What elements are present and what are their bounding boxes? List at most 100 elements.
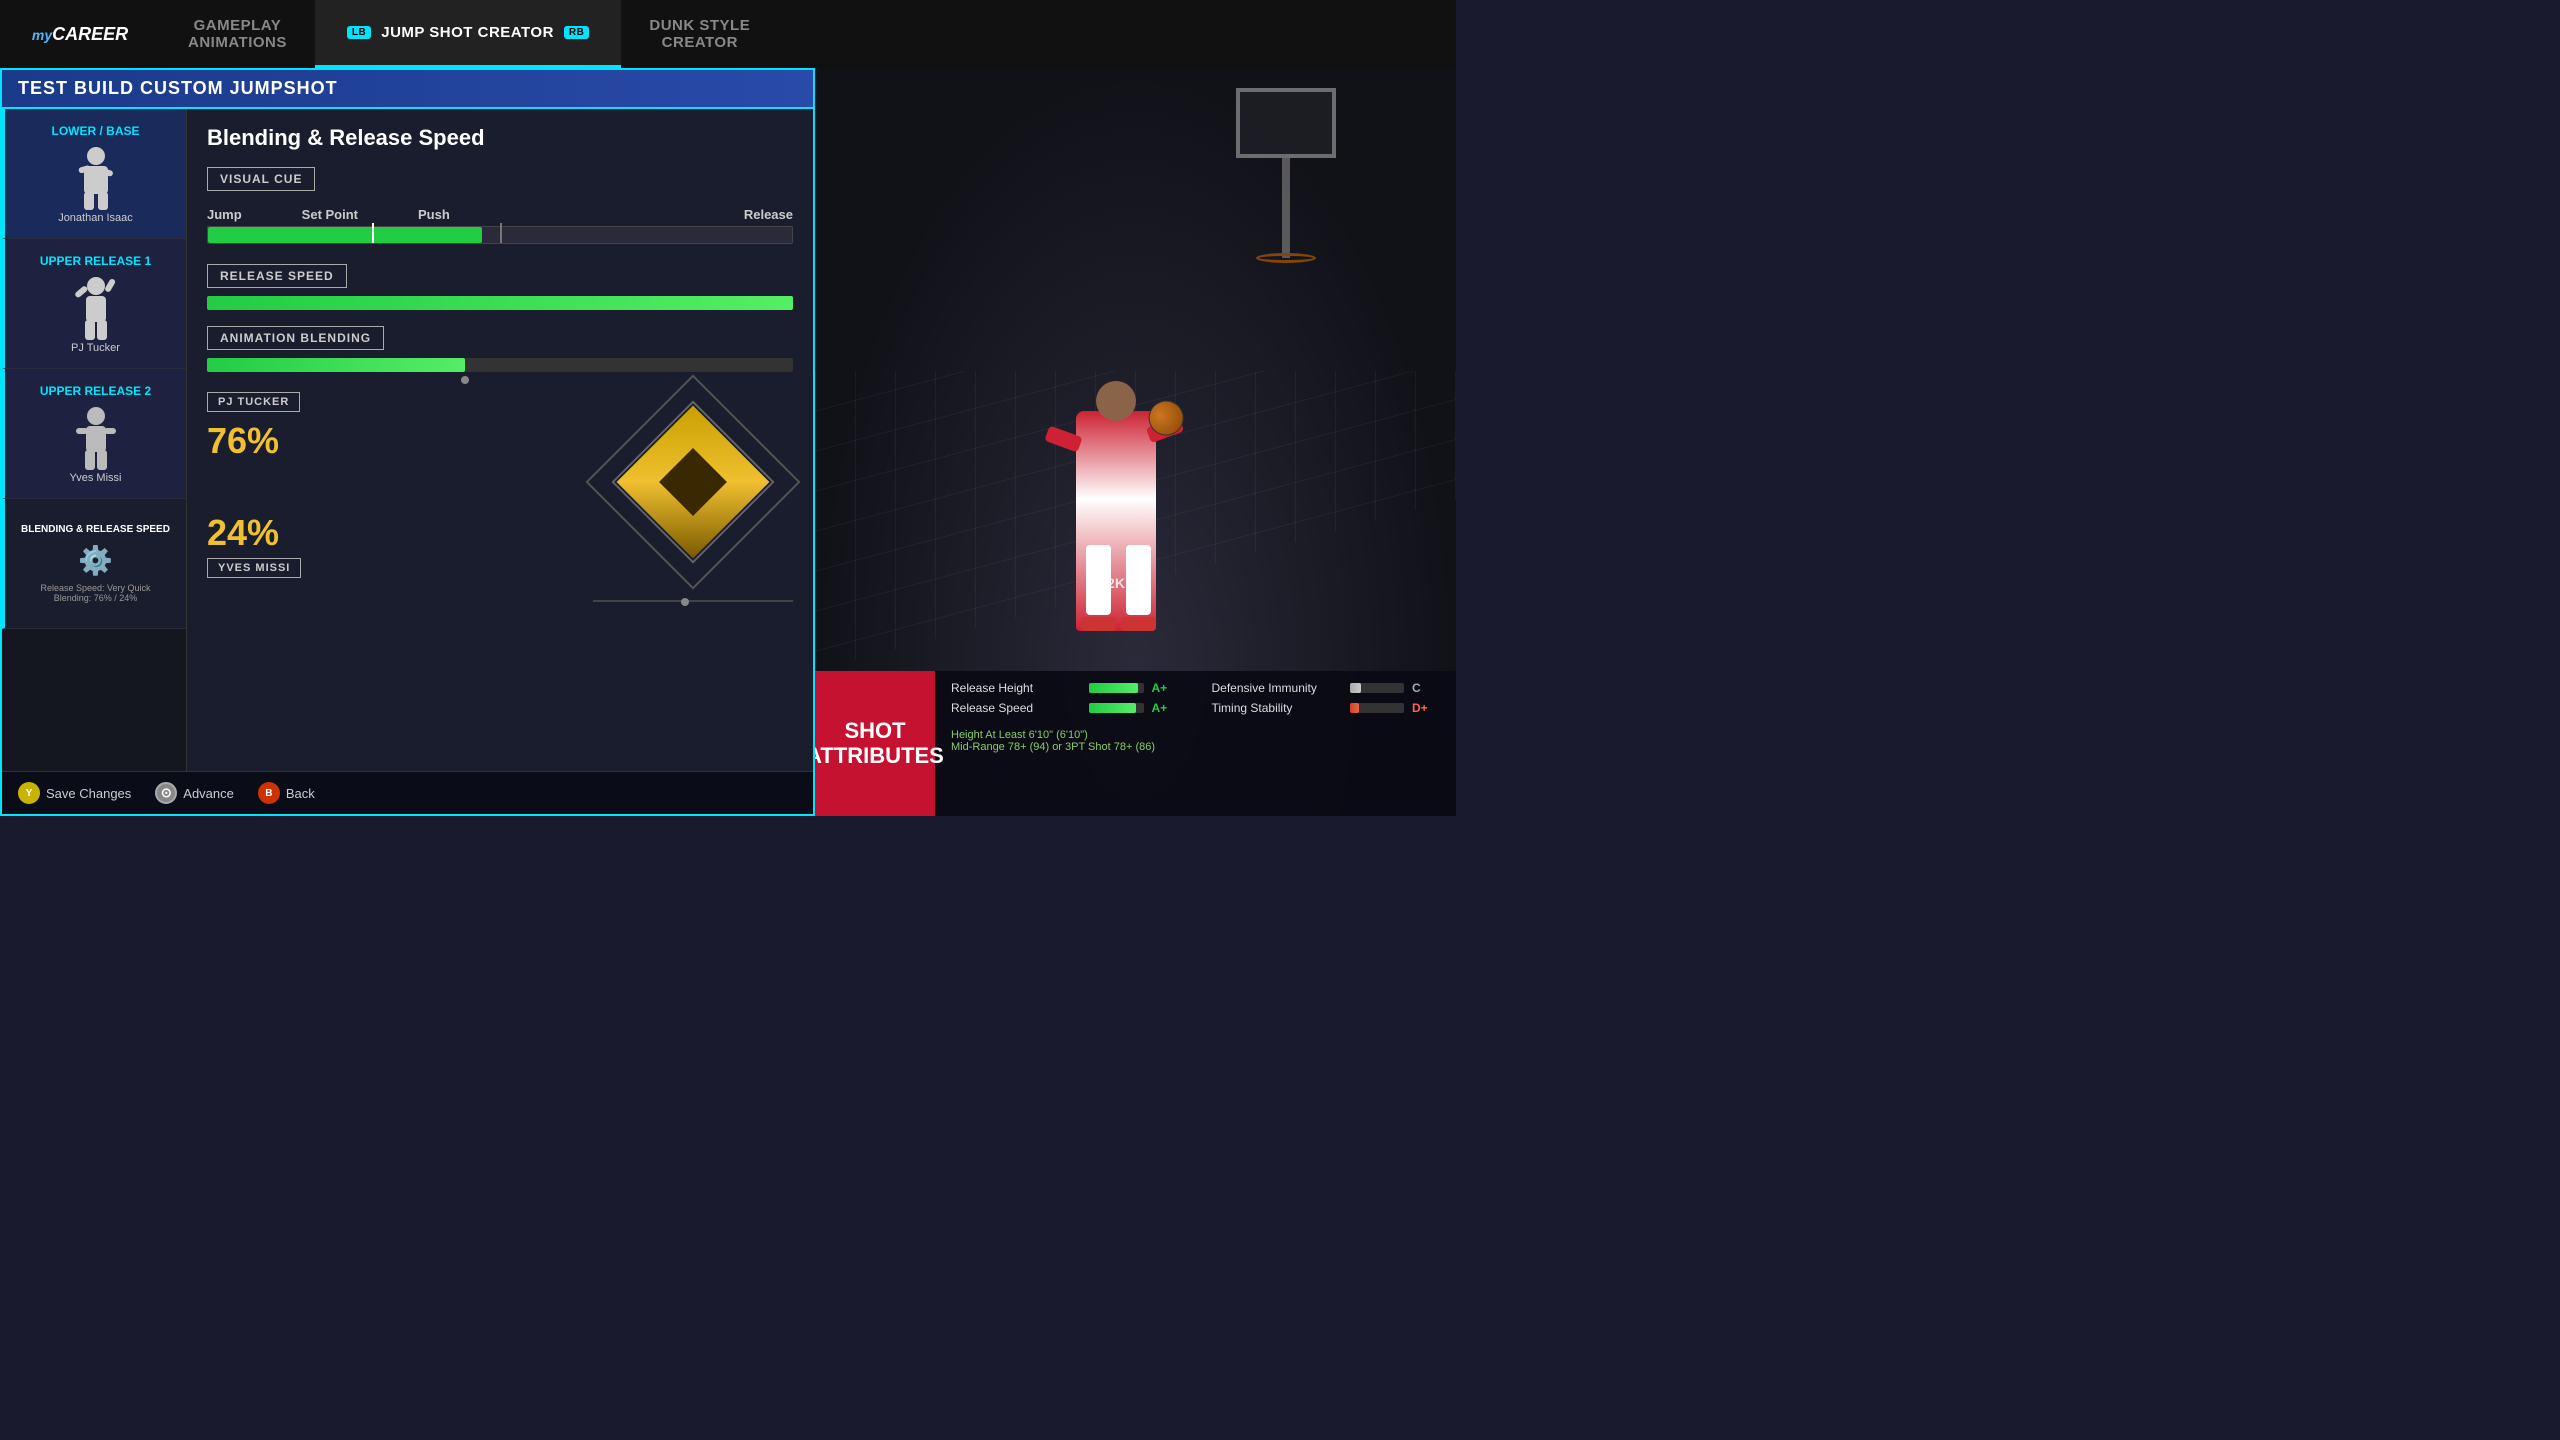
- save-changes-btn[interactable]: Y Save Changes: [18, 782, 131, 804]
- release-height-label: Release Height: [951, 681, 1081, 695]
- logo-my: my: [32, 27, 52, 43]
- visual-cue-button[interactable]: VISUAL CUE: [207, 167, 315, 191]
- blend-left-section: PJ TUCKER 76% 24% YVES MISSI: [207, 392, 573, 602]
- lower-base-label: Lower / Base: [51, 124, 139, 138]
- shot-attributes-label: SHOTATTRIBUTES: [815, 719, 944, 767]
- basketball-hoop: [1196, 88, 1376, 288]
- release-speed-bar: [207, 296, 793, 310]
- player1-badge: PJ TUCKER: [207, 392, 300, 412]
- upper-release-2-player-name: Yves Missi: [70, 472, 122, 484]
- main-layout: TEST BUILD CUSTOM JUMPSHOT Lower / Base: [0, 68, 1456, 816]
- animation-blending-label: ANIMATION BLENDING: [207, 326, 384, 350]
- blend-bar[interactable]: [207, 358, 793, 372]
- release-speed-label: RELEASE SPEED: [207, 264, 347, 288]
- slider-labels: Jump Set Point Push Release: [207, 207, 793, 222]
- b-button-icon: B: [258, 782, 280, 804]
- attr-defensive-immunity: Defensive Immunity C: [1212, 681, 1441, 695]
- tab-dunk-label: Dunk StyleCreator: [649, 17, 750, 51]
- upper-release-1-label: Upper Release 1: [40, 254, 151, 268]
- shot-attributes-badge: SHOTATTRIBUTES: [815, 671, 935, 816]
- sidebar-item-lower-base[interactable]: Lower / Base: [2, 109, 186, 239]
- sidebar-item-blending[interactable]: Blending & Release Speed ⚙️ Release Spee…: [2, 499, 186, 629]
- y-button-icon: Y: [18, 782, 40, 804]
- upper-release-2-icon: [66, 406, 126, 466]
- arm-right: [1146, 416, 1184, 443]
- defensive-immunity-grade: C: [1412, 681, 1440, 695]
- release-speed-section: RELEASE SPEED: [207, 264, 793, 310]
- 2k-logo: 2K: [1107, 575, 1125, 591]
- tab-gameplay[interactable]: GameplayAnimations: [160, 0, 315, 68]
- diamond-shape: [613, 402, 773, 562]
- blend-display: PJ TUCKER 76% 24% YVES MISSI: [207, 392, 793, 602]
- sidebar: Lower / Base: [2, 109, 187, 771]
- rb-badge: RB: [564, 26, 589, 39]
- defensive-immunity-label: Defensive Immunity: [1212, 681, 1342, 695]
- slider-release-label: Release: [744, 207, 793, 222]
- release-height-grade: A+: [1152, 681, 1180, 695]
- circle-button-icon: ⊙: [155, 782, 177, 804]
- main-content: Blending & Release Speed VISUAL CUE Jump…: [187, 109, 813, 771]
- diamond-area: [593, 382, 793, 602]
- shot-attr-right: Defensive Immunity C Timing Stability D+: [1196, 671, 1457, 816]
- advance-btn[interactable]: ⊙ Advance: [155, 782, 234, 804]
- advance-label: Advance: [183, 786, 234, 801]
- hoop-rim: [1256, 253, 1316, 263]
- shot-attr-left: Release Height A+ Release Speed A+ Heigh…: [935, 671, 1196, 816]
- tab-jumpshot[interactable]: LB Jump Shot Creator RB: [315, 0, 621, 68]
- release-speed-attr-label: Release Speed: [951, 701, 1081, 715]
- blending-label: Blending & Release Speed: [21, 524, 170, 536]
- right-panel: 2K SHOTATTRIBUTES Release Height A+ Rele…: [815, 68, 1456, 816]
- tab-gameplay-label: GameplayAnimations: [188, 17, 287, 51]
- visual-cue-slider-container: Jump Set Point Push Release: [207, 207, 793, 244]
- panel-title: TEST BUILD CUSTOM JUMPSHOT: [2, 70, 813, 109]
- hoop-backboard: [1236, 88, 1336, 158]
- footer-line1: Height At Least 6'10" (6'10"): [951, 729, 1180, 741]
- lb-badge: LB: [347, 26, 371, 39]
- attr-release-height: Release Height A+: [951, 681, 1180, 695]
- back-btn[interactable]: B Back: [258, 782, 315, 804]
- slider-jump-label: Jump: [207, 207, 242, 222]
- left-panel: TEST BUILD CUSTOM JUMPSHOT Lower / Base: [0, 68, 815, 816]
- attr-timing-stability: Timing Stability D+: [1212, 701, 1441, 715]
- attr-release-speed: Release Speed A+: [951, 701, 1180, 715]
- back-label: Back: [286, 786, 315, 801]
- player2-percentage: 24%: [207, 512, 573, 554]
- release-speed-attr-bar: [1089, 703, 1144, 713]
- hoop-pole: [1282, 158, 1290, 258]
- tab-dunk[interactable]: Dunk StyleCreator: [621, 0, 778, 68]
- sidebar-item-upper-release-1[interactable]: Upper Release 1: [2, 239, 186, 369]
- timing-stability-grade: D+: [1412, 701, 1440, 715]
- visual-cue-track[interactable]: [207, 226, 793, 244]
- player-figure: 2K: [1056, 381, 1176, 661]
- shot-attributes-panel: SHOTATTRIBUTES Release Height A+ Release…: [815, 671, 1456, 816]
- player-head: [1096, 381, 1136, 421]
- content-area: Lower / Base: [2, 109, 813, 771]
- bottom-bar: Y Save Changes ⊙ Advance B Back: [2, 771, 813, 814]
- release-height-bar: [1089, 683, 1144, 693]
- gear-icon: ⚙️: [78, 544, 113, 577]
- player-body: 2K: [1076, 411, 1156, 631]
- footer-line2: Mid-Range 78+ (94) or 3PT Shot 78+ (86): [951, 741, 1180, 753]
- mycareer-logo: myCAREER: [0, 0, 160, 68]
- timing-stability-label: Timing Stability: [1212, 701, 1342, 715]
- save-changes-label: Save Changes: [46, 786, 131, 801]
- tab-jumpshot-label: Jump Shot Creator: [381, 24, 554, 41]
- shot-attr-footer: Height At Least 6'10" (6'10") Mid-Range …: [951, 729, 1180, 753]
- player2-badge: YVES MISSI: [207, 558, 301, 578]
- upper-release-1-player-name: PJ Tucker: [71, 342, 120, 354]
- release-speed-grade: A+: [1152, 701, 1180, 715]
- lower-base-player-name: Jonathan Isaac: [58, 212, 133, 224]
- section-title: Blending & Release Speed: [207, 125, 793, 151]
- sidebar-item-upper-release-2[interactable]: Upper Release 2: [2, 369, 186, 499]
- slider-push-label: Push: [418, 207, 450, 222]
- blending-sublabel: Release Speed: Very Quick Blending: 76% …: [40, 583, 150, 603]
- lower-base-icon: [66, 146, 126, 206]
- slider-setpoint-label: Set Point: [302, 207, 358, 222]
- defensive-immunity-bar: [1350, 683, 1405, 693]
- upper-release-1-icon: [66, 276, 126, 336]
- arm-left: [1044, 425, 1082, 452]
- player-arms: [1046, 431, 1186, 451]
- logo-career: CAREER: [52, 24, 128, 44]
- upper-release-2-label: Upper Release 2: [40, 384, 151, 398]
- animation-blending-section: ANIMATION BLENDING: [207, 326, 793, 372]
